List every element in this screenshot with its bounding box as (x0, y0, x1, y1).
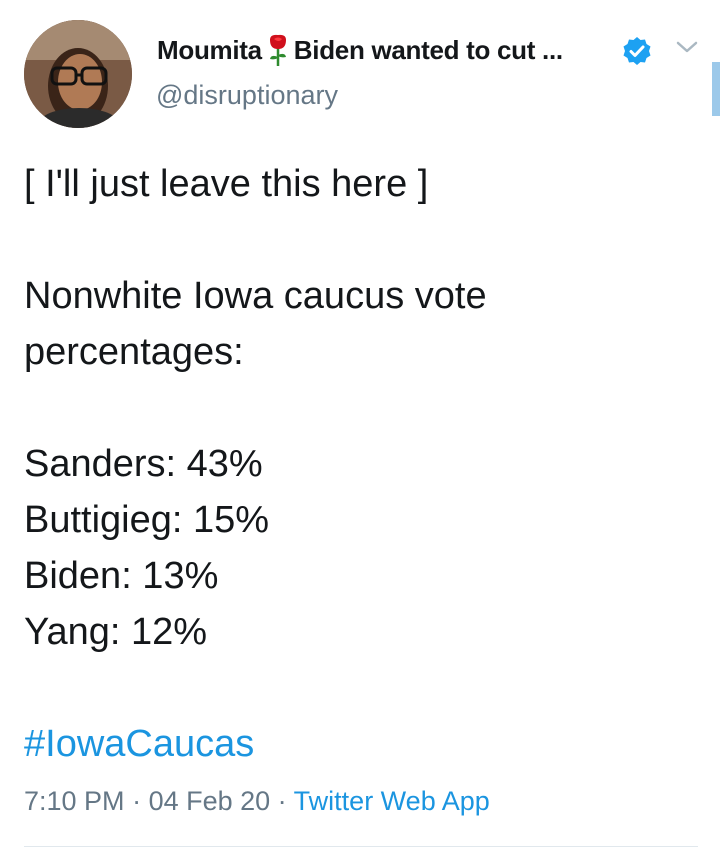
avatar[interactable] (24, 20, 132, 128)
tweet-line: [ I'll just leave this here ] (24, 163, 429, 205)
scrollbar-thumb[interactable] (712, 62, 720, 116)
author-handle[interactable]: @disruptionary (156, 80, 338, 111)
tweet-line: Buttigieg: 15% (24, 499, 270, 541)
author-name[interactable]: Moumita Biden wanted to cut ... (157, 30, 563, 70)
tweet-line: Sanders: 43% (24, 443, 263, 485)
tweet-line: Biden: 13% (24, 555, 219, 597)
verified-badge-icon (622, 36, 652, 66)
tweet-line: percentages: (24, 331, 244, 373)
chevron-down-icon[interactable] (674, 37, 700, 57)
rose-icon (266, 33, 290, 67)
divider (24, 846, 698, 847)
tweet-text: [ I'll just leave this here ] Nonwhite I… (24, 156, 704, 772)
tweet-metadata: 7:10 PM · 04 Feb 20 · Twitter Web App (24, 786, 490, 817)
tweet-line: Nonwhite Iowa caucus vote (24, 275, 487, 317)
tweet-time[interactable]: 7:10 PM (24, 786, 125, 816)
tweet-line: Yang: 12% (24, 611, 208, 653)
author-display-name[interactable]: Moumita (157, 35, 262, 66)
tweet-source-link[interactable]: Twitter Web App (294, 786, 490, 816)
hashtag-link[interactable]: #IowaCaucas (24, 716, 704, 772)
author-name-suffix[interactable]: Biden wanted to cut ... (294, 35, 563, 66)
meta-separator: · (270, 786, 294, 816)
tweet-date[interactable]: 04 Feb 20 (149, 786, 271, 816)
meta-separator: · (124, 786, 149, 816)
